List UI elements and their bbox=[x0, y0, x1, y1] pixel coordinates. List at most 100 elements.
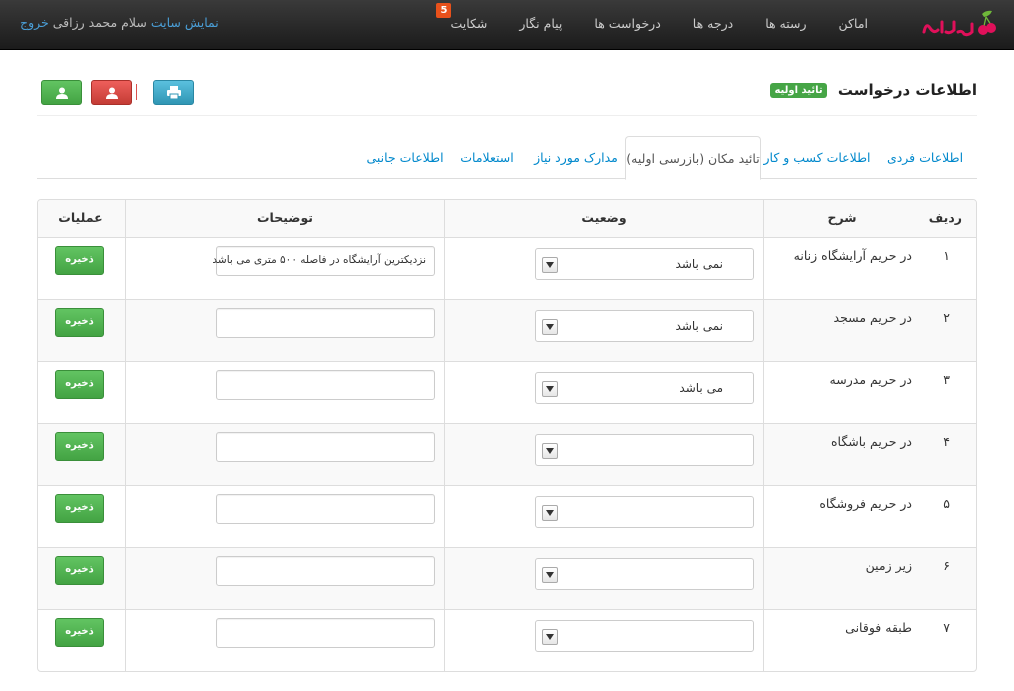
row-desc-cell: در حریم مسجد bbox=[763, 300, 920, 361]
row-description: در حریم باشگاه bbox=[831, 434, 912, 449]
brand-logo[interactable] bbox=[920, 8, 1000, 40]
nav-item-requests[interactable]: درخواست ها bbox=[578, 0, 676, 50]
notes-input[interactable] bbox=[216, 308, 435, 338]
table-row: ۱ در حریم آرایشگاه زنانه نمی باشد نزدیکترین… bbox=[38, 237, 976, 299]
nav-menu: اماکن رسته ها درجه ها درخواست ها پیام نگ… bbox=[434, 0, 884, 50]
show-site-link[interactable]: نمایش سایت bbox=[151, 15, 219, 30]
save-button[interactable]: ذخیره bbox=[55, 556, 104, 585]
tab-bar: اطلاعات فردی اطلاعات کسب و کار تائید مکا… bbox=[37, 136, 977, 180]
col-header-desc: شرح bbox=[763, 200, 920, 237]
save-button[interactable]: ذخیره bbox=[55, 618, 104, 647]
row-ops-cell: ذخیره bbox=[38, 610, 125, 671]
row-desc-cell: در حریم مدرسه bbox=[763, 362, 920, 423]
notes-input-value: نزدیکترین آرایشگاه در فاصله ۵۰۰ متری می … bbox=[212, 254, 426, 266]
status-select[interactable] bbox=[535, 496, 754, 528]
row-status-cell bbox=[444, 610, 763, 671]
tab-business-info[interactable]: اطلاعات کسب و کار bbox=[761, 136, 873, 179]
nav-item-grades[interactable]: درجه ها bbox=[677, 0, 749, 50]
row-notes-cell bbox=[125, 362, 444, 423]
row-number: ۴ bbox=[943, 434, 950, 449]
nav-item-complaints[interactable]: شکایت 5 bbox=[434, 0, 503, 50]
row-number-cell: ۵ bbox=[920, 486, 976, 547]
row-number: ۶ bbox=[943, 558, 950, 573]
notes-input[interactable] bbox=[216, 432, 435, 462]
chevron-down-icon bbox=[542, 567, 558, 583]
complaints-count-badge: 5 bbox=[436, 3, 452, 18]
notes-input[interactable] bbox=[216, 494, 435, 524]
row-status-cell bbox=[444, 486, 763, 547]
status-select[interactable] bbox=[535, 558, 754, 590]
save-button[interactable]: ذخیره bbox=[55, 370, 104, 399]
row-number: ۵ bbox=[943, 496, 950, 511]
nav-item-complaints-label: شکایت bbox=[450, 16, 488, 31]
top-navbar: نمایش سایت سلام محمد رزاقی خروج اماکن رس… bbox=[0, 0, 1014, 50]
print-button[interactable] bbox=[153, 80, 194, 105]
table-row: ۲ در حریم مسجد نمی باشد ذخیره bbox=[38, 299, 976, 361]
tab-required-documents[interactable]: مدارک مورد نیاز bbox=[527, 136, 625, 179]
status-select[interactable] bbox=[535, 434, 754, 466]
approve-user-button[interactable] bbox=[41, 80, 82, 105]
save-button[interactable]: ذخیره bbox=[55, 246, 104, 275]
user-links: نمایش سایت سلام محمد رزاقی خروج bbox=[20, 15, 219, 30]
logout-link[interactable]: خروج bbox=[20, 15, 49, 30]
row-desc-cell: طبقه فوقانی bbox=[763, 610, 920, 671]
notes-input[interactable] bbox=[216, 370, 435, 400]
status-select-value: نمی باشد bbox=[675, 319, 723, 333]
row-status-cell bbox=[444, 548, 763, 609]
button-separator bbox=[136, 84, 137, 100]
tab-additional-info[interactable]: اطلاعات جانبی bbox=[363, 136, 447, 179]
row-description: زیر زمین bbox=[865, 558, 912, 573]
status-select[interactable]: می باشد bbox=[535, 372, 754, 404]
status-select[interactable]: نمی باشد bbox=[535, 310, 754, 342]
nav-item-categories[interactable]: رسته ها bbox=[749, 0, 822, 50]
row-status-cell: می باشد bbox=[444, 362, 763, 423]
tab-personal-info[interactable]: اطلاعات فردی bbox=[873, 136, 977, 179]
page-title: اطلاعات درخواست تائید اولیه bbox=[770, 81, 977, 99]
col-header-num: ردیف bbox=[928, 210, 962, 225]
nav-item-messages[interactable]: پیام نگار bbox=[503, 0, 578, 50]
notes-input[interactable] bbox=[216, 556, 435, 586]
page-title-text: اطلاعات درخواست bbox=[837, 81, 977, 99]
save-button[interactable]: ذخیره bbox=[55, 432, 104, 461]
row-status-cell bbox=[444, 424, 763, 485]
row-ops-cell: ذخیره bbox=[38, 362, 125, 423]
row-number-cell: ۱ bbox=[920, 238, 976, 299]
row-status-cell: نمی باشد bbox=[444, 300, 763, 361]
save-button[interactable]: ذخیره bbox=[55, 494, 104, 523]
status-select[interactable]: نمی باشد bbox=[535, 248, 754, 280]
tab-inquiries[interactable]: استعلامات bbox=[447, 136, 527, 179]
nav-item-places[interactable]: اماکن bbox=[823, 0, 884, 50]
chevron-down-icon bbox=[542, 443, 558, 459]
notes-input[interactable] bbox=[216, 618, 435, 648]
table-body: ۱ در حریم آرایشگاه زنانه نمی باشد نزدیکترین… bbox=[38, 237, 976, 671]
table-row: ۴ در حریم باشگاه ذخیره bbox=[38, 423, 976, 485]
status-select-value: نمی باشد bbox=[675, 257, 723, 271]
row-notes-cell bbox=[125, 300, 444, 361]
notes-input[interactable]: نزدیکترین آرایشگاه در فاصله ۵۰۰ متری می … bbox=[212, 246, 435, 276]
row-ops-cell: ذخیره bbox=[38, 424, 125, 485]
row-number-cell: ۲ bbox=[920, 300, 976, 361]
row-number-cell: ۷ bbox=[920, 610, 976, 671]
row-notes-cell bbox=[125, 424, 444, 485]
row-description: در حریم فروشگاه bbox=[819, 496, 912, 511]
row-number: ۳ bbox=[943, 372, 950, 387]
col-header-status: وضعیت bbox=[444, 200, 763, 237]
status-badge: تائید اولیه bbox=[770, 83, 827, 98]
row-desc-cell: در حریم آرایشگاه زنانه bbox=[763, 238, 920, 299]
row-ops-cell: ذخیره bbox=[38, 486, 125, 547]
col-header-ops: عملیات bbox=[58, 210, 103, 225]
row-number: ۲ bbox=[943, 310, 950, 325]
chevron-down-icon bbox=[542, 505, 558, 521]
row-notes-cell bbox=[125, 548, 444, 609]
row-desc-cell: در حریم فروشگاه bbox=[763, 486, 920, 547]
table-row: ۶ زیر زمین ذخیره bbox=[38, 547, 976, 609]
save-button[interactable]: ذخیره bbox=[55, 308, 104, 337]
user-icon bbox=[55, 87, 68, 99]
status-select-value: می باشد bbox=[679, 381, 723, 395]
chevron-down-icon bbox=[542, 257, 558, 273]
reject-user-button[interactable] bbox=[91, 80, 132, 105]
tab-location-approval[interactable]: تائید مکان (بازرسی اولیه) bbox=[625, 136, 761, 180]
logo-wordmark bbox=[922, 20, 974, 37]
greeting-text: سلام محمد رزاقی bbox=[52, 15, 147, 30]
status-select[interactable] bbox=[535, 620, 754, 652]
